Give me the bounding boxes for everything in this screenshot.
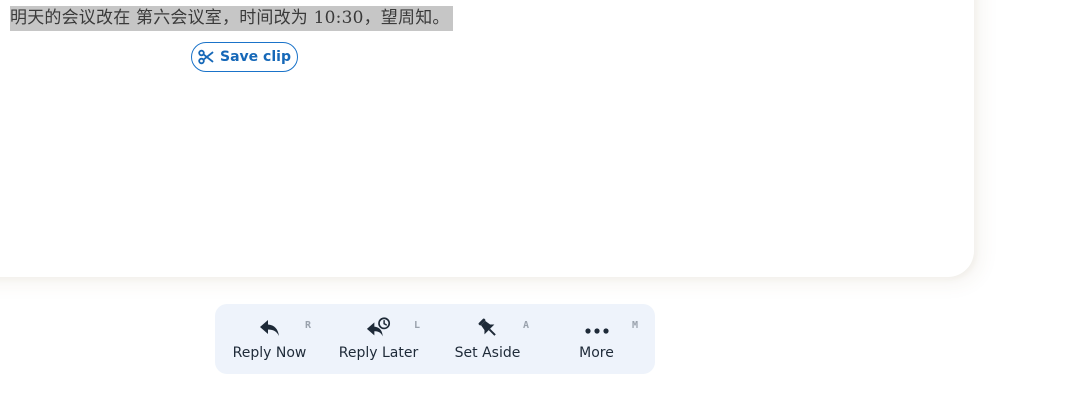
page: 明天的会议改在 第六会议室，时间改为 10:30，望周知。 Save clip … — [0, 0, 1066, 409]
reply-later-button[interactable]: L Reply Later — [324, 304, 433, 374]
reply-later-shortcut: L — [414, 320, 421, 331]
more-label: More — [579, 345, 614, 361]
reply-icon — [257, 316, 283, 340]
set-aside-label: Set Aside — [454, 345, 521, 361]
scissors-icon — [198, 49, 214, 65]
save-clip-label: Save clip — [220, 49, 291, 65]
more-dots-icon — [584, 316, 610, 340]
pin-icon — [475, 316, 501, 340]
selected-email-text[interactable]: 明天的会议改在 第六会议室，时间改为 10:30，望周知。 — [10, 6, 453, 31]
more-button[interactable]: M More — [542, 304, 651, 374]
reply-later-label: Reply Later — [338, 345, 419, 361]
more-shortcut: M — [632, 320, 639, 331]
action-toolbar: R Reply Now L Reply Later A Set Aside M … — [215, 304, 655, 374]
set-aside-shortcut: A — [523, 320, 530, 331]
reply-now-shortcut: R — [305, 320, 312, 331]
set-aside-button[interactable]: A Set Aside — [433, 304, 542, 374]
reply-now-label: Reply Now — [232, 345, 307, 361]
save-clip-button[interactable]: Save clip — [191, 42, 298, 72]
reply-now-button[interactable]: R Reply Now — [215, 304, 324, 374]
reply-later-clock-icon — [366, 316, 392, 340]
email-card — [0, 0, 974, 277]
